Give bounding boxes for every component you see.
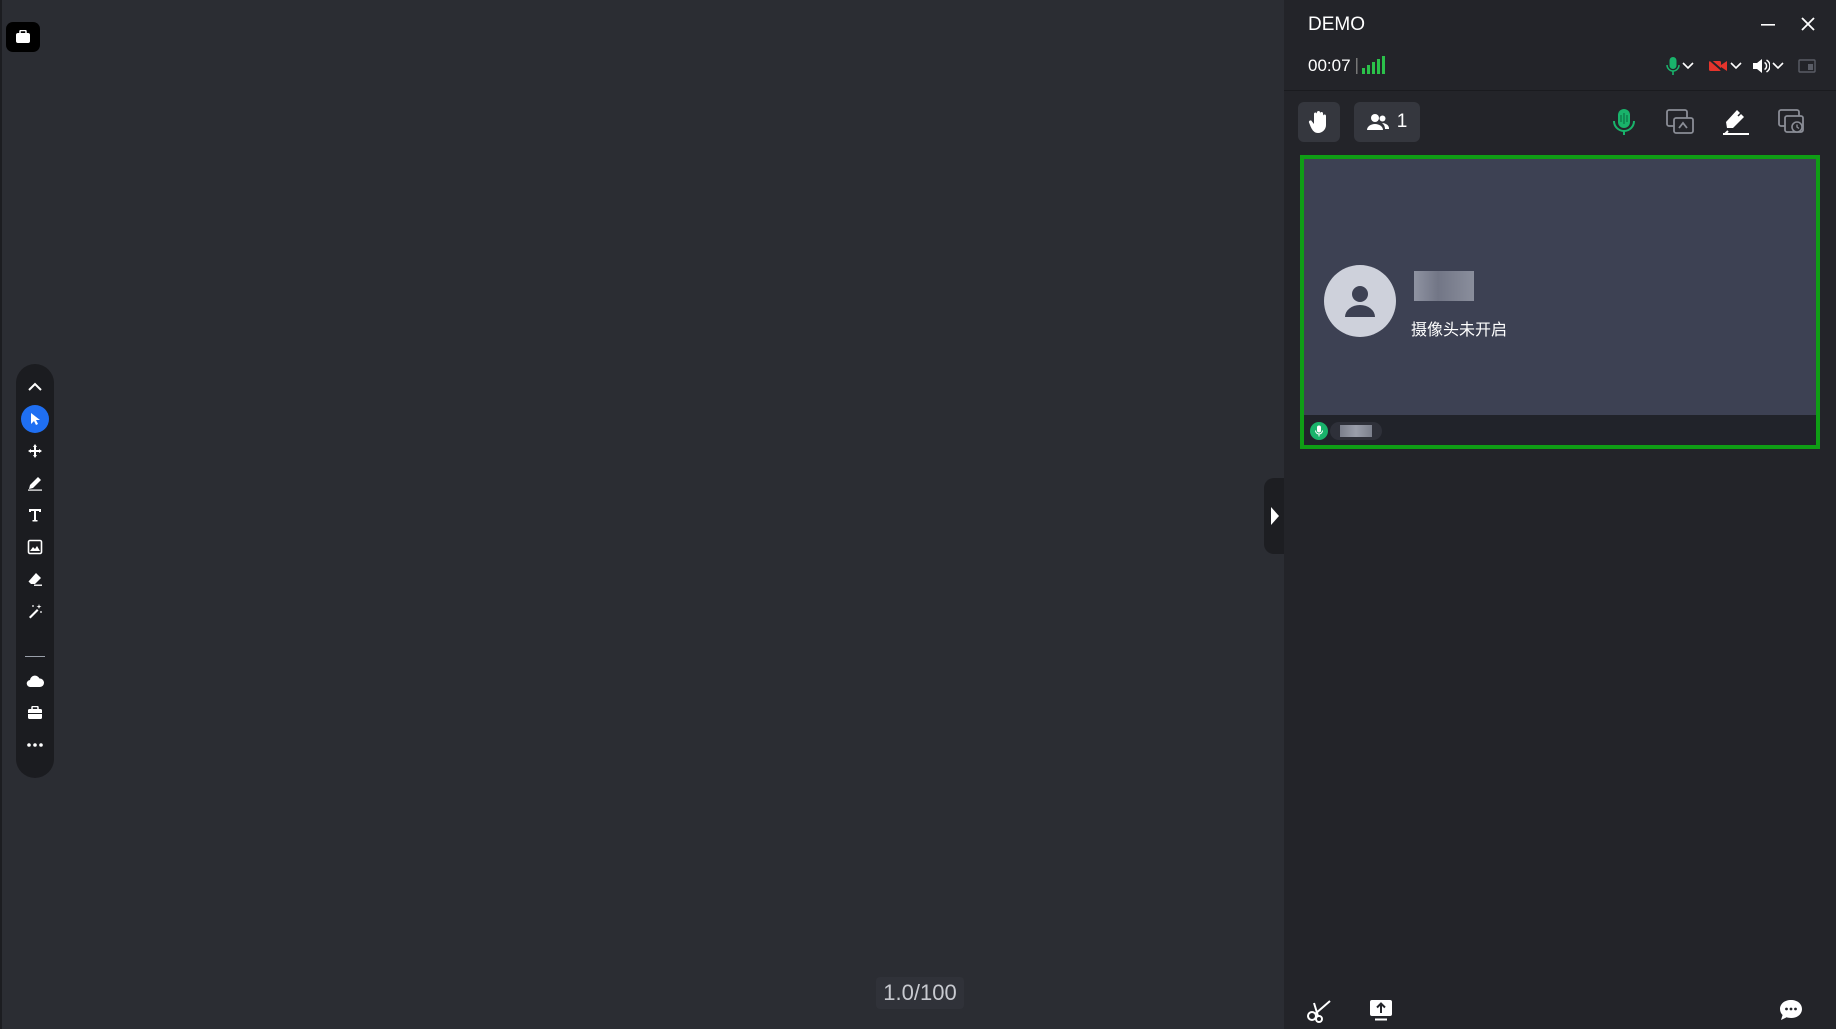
toolbox-icon <box>28 706 42 719</box>
users-icon <box>1366 114 1389 130</box>
participant-footer-name-redacted <box>1340 425 1372 437</box>
speaker-icon <box>1753 59 1770 73</box>
toolbox-tool-button[interactable] <box>21 699 49 727</box>
screen-share-button[interactable] <box>1662 104 1698 140</box>
layout-icon <box>1798 59 1816 73</box>
toolbar-divider <box>25 656 45 657</box>
participant-mic-badge <box>1310 422 1328 440</box>
members-count: 1 <box>1396 111 1408 132</box>
cloud-tool-button[interactable] <box>21 667 49 695</box>
collapse-panel-handle[interactable] <box>1264 478 1286 554</box>
microphone-wave-icon <box>1613 109 1635 135</box>
close-button[interactable] <box>1796 12 1820 36</box>
minimize-icon <box>1761 24 1775 26</box>
text-icon <box>29 509 41 522</box>
header-divider <box>1284 90 1836 91</box>
briefcase-icon <box>16 30 30 43</box>
camera-control[interactable] <box>1708 54 1742 78</box>
image-icon <box>27 539 43 555</box>
pen-tool-button[interactable] <box>21 469 49 497</box>
speaker-control[interactable] <box>1752 54 1784 78</box>
move-tool-button[interactable] <box>21 437 49 465</box>
screen-share-icon <box>1666 109 1694 134</box>
chevron-down-icon <box>1730 62 1742 70</box>
microphone-icon <box>1666 57 1680 75</box>
mute-all-button[interactable] <box>1606 104 1642 140</box>
recording-button[interactable] <box>1774 104 1810 140</box>
camera-off-icon <box>1708 58 1727 74</box>
meeting-timer: 00:07 <box>1308 56 1351 75</box>
camera-off-label: 摄像头未开启 <box>1411 322 1508 339</box>
image-tool-button[interactable] <box>21 533 49 561</box>
move-icon <box>28 444 42 458</box>
chevron-down-icon <box>1682 62 1694 70</box>
participant-video-tile[interactable]: 摄像头未开启 <box>1300 155 1820 449</box>
hand-icon <box>1308 111 1326 133</box>
scissors-icon <box>1307 1000 1331 1023</box>
upload-screen-icon <box>1370 1000 1392 1021</box>
clear-board-button[interactable] <box>1718 104 1754 140</box>
window-title: DEMO <box>1308 14 1365 35</box>
chat-button[interactable] <box>1776 995 1806 1025</box>
minimize-button[interactable] <box>1756 12 1780 36</box>
signal-strength-icon <box>1356 56 1385 74</box>
whiteboard-toolbar <box>16 364 54 778</box>
eraser-icon <box>28 573 42 586</box>
magic-wand-icon <box>29 604 42 619</box>
text-tool-button[interactable] <box>21 501 49 529</box>
cloud-icon <box>26 675 44 688</box>
collapse-toolbar-button[interactable] <box>21 373 49 401</box>
whiteboard-canvas[interactable]: 1.0/100 <box>0 0 1286 1029</box>
triangle-right-icon <box>1271 507 1279 525</box>
chevron-up-icon <box>28 382 42 391</box>
pointer-icon <box>31 413 40 425</box>
chat-bubble-icon <box>1780 1000 1802 1020</box>
upload-button[interactable] <box>1366 995 1396 1025</box>
screen-record-icon <box>1778 109 1804 133</box>
chevron-down-icon <box>1772 62 1784 70</box>
meeting-side-panel: DEMO 00:07 1 摄像头未开启 <box>1284 0 1836 1029</box>
select-tool-button[interactable] <box>21 405 49 433</box>
eraser-pen-icon <box>1723 110 1749 135</box>
magic-wand-tool-button[interactable] <box>21 597 49 625</box>
close-icon <box>1801 17 1815 31</box>
layout-toggle-button[interactable] <box>1798 54 1816 78</box>
eraser-tool-button[interactable] <box>21 565 49 593</box>
toolbox-corner-button[interactable] <box>6 22 40 52</box>
avatar <box>1324 265 1396 337</box>
more-icon <box>27 743 43 747</box>
members-button[interactable]: 1 <box>1354 102 1420 142</box>
participant-name-redacted <box>1414 271 1474 301</box>
microphone-icon <box>1315 425 1323 437</box>
user-icon <box>1345 286 1375 317</box>
more-tools-button[interactable] <box>21 731 49 759</box>
screenshot-button[interactable] <box>1304 995 1334 1025</box>
pen-icon <box>28 477 42 491</box>
raise-hand-button[interactable] <box>1298 102 1340 142</box>
page-indicator: 1.0/100 <box>876 977 964 1009</box>
microphone-control[interactable] <box>1666 54 1694 78</box>
